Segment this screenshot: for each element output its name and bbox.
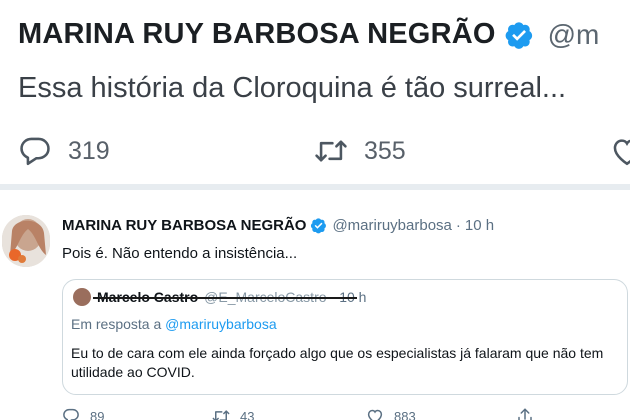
like-icon — [613, 139, 630, 166]
author-handle[interactable]: @mariruybarbosa — [332, 217, 451, 234]
like-count: 883 — [394, 408, 416, 420]
timestamp[interactable]: 10 h — [465, 217, 494, 234]
tweet-actions: 319 355 — [18, 134, 630, 170]
retweet-icon — [212, 410, 230, 420]
quoted-tweet-text: Eu to de cara com ele ainda forçado algo… — [71, 345, 604, 380]
reply-context-handle[interactable]: @mariruybarbosa — [165, 316, 276, 332]
reply-icon — [20, 137, 50, 166]
reply-button[interactable]: 89 — [62, 407, 104, 420]
like-button[interactable]: 883 — [366, 407, 416, 420]
avatar[interactable] — [2, 215, 50, 267]
separator-dot: · — [455, 217, 461, 234]
tweet-actions: 89 43 883 — [62, 407, 622, 420]
retweet-button[interactable]: 43 — [212, 407, 254, 420]
retweet-icon — [315, 140, 347, 162]
author-name[interactable]: MARINA RUY BARBOSA NEGRÃO — [18, 18, 496, 51]
tweet-text: Essa história da Cloroquina é tão surrea… — [18, 72, 567, 104]
quoted-tweet-header: Marcelo Castro@E_MarceloCastro · 10 h — [73, 288, 366, 306]
quoted-tweet-card[interactable]: Marcelo Castro@E_MarceloCastro · 10 h Em… — [62, 279, 628, 395]
profile-photo — [2, 215, 50, 267]
reply-count: 89 — [90, 408, 105, 420]
share-button[interactable] — [516, 407, 534, 420]
retweet-count: 43 — [240, 408, 255, 420]
retweet-count: 355 — [364, 136, 406, 165]
verified-badge-icon — [505, 21, 532, 49]
retweet-button[interactable]: 355 — [314, 134, 406, 168]
like-button[interactable] — [610, 134, 630, 168]
author-handle[interactable]: @m — [548, 19, 600, 51]
reply-context: Em resposta a @mariruybarbosa — [71, 316, 277, 332]
reply-tweet-header: MARINA RUY BARBOSA NEGRÃO @mariruybarbos… — [62, 217, 494, 234]
verified-badge-icon — [311, 218, 327, 234]
like-icon — [367, 409, 383, 420]
share-icon — [518, 408, 532, 420]
reply-context-prefix: Em resposta a — [71, 316, 162, 332]
section-divider — [0, 184, 630, 190]
enlarged-tweet-header: MARINA RUY BARBOSA NEGRÃO @m — [18, 18, 599, 51]
tweet-text: Pois é. Não entendo a insistência... — [62, 245, 298, 262]
enlarged-tweet: MARINA RUY BARBOSA NEGRÃO @m Essa histór… — [0, 0, 630, 186]
quoted-author: Marcelo Castro @E_MarceloCastro — [93, 289, 357, 305]
reply-icon — [63, 408, 79, 420]
quoted-avatar — [73, 288, 91, 306]
reply-count: 319 — [68, 136, 110, 165]
redaction-line — [93, 297, 357, 299]
author-name[interactable]: MARINA RUY BARBOSA NEGRÃO — [62, 217, 306, 234]
reply-button[interactable]: 319 — [18, 134, 110, 168]
